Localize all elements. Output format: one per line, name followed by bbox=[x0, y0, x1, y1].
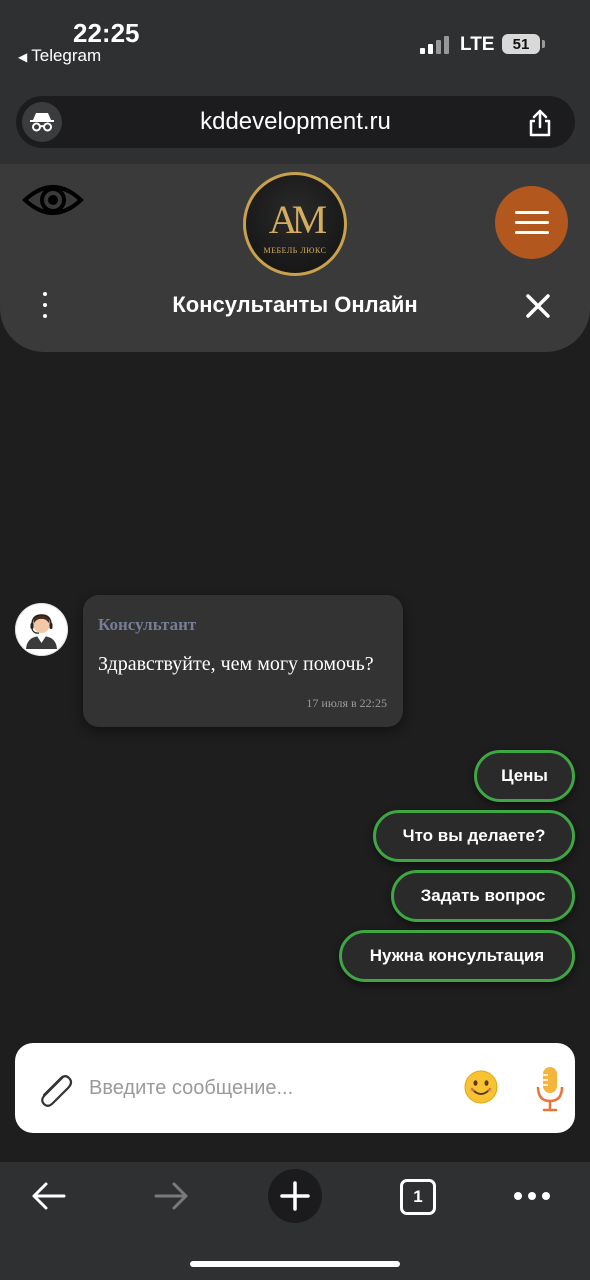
browser-address-bar: kddevelopment.ru bbox=[0, 82, 590, 164]
hamburger-icon[interactable] bbox=[495, 186, 568, 259]
back-triangle-icon: ◀ bbox=[18, 50, 28, 64]
message-bubble: Консультант Здравствуйте, чем могу помоч… bbox=[83, 595, 403, 727]
message-input[interactable] bbox=[89, 1069, 449, 1107]
logo-subtitle: МЕБЕЛЬ ЛЮКС bbox=[263, 245, 327, 255]
status-time: 22:25 bbox=[73, 18, 140, 48]
site-header: AM МЕБЕЛЬ ЛЮКС Консультанты Онлайн bbox=[0, 164, 590, 352]
logo-mark: AM bbox=[268, 196, 328, 242]
consultant-avatar bbox=[15, 603, 68, 656]
back-app-label: Telegram bbox=[31, 46, 102, 65]
arrow-right-icon[interactable] bbox=[152, 1178, 192, 1214]
share-icon[interactable] bbox=[525, 108, 555, 138]
brand-logo[interactable]: AM МЕБЕЛЬ ЛЮКС bbox=[243, 172, 347, 276]
eye-icon[interactable] bbox=[22, 180, 84, 220]
message-text: Здравствуйте, чем могу помочь? bbox=[98, 653, 374, 675]
battery-tip bbox=[542, 40, 545, 48]
home-indicator bbox=[190, 1261, 400, 1267]
browser-toolbar: 1 bbox=[0, 1162, 590, 1280]
tab-count-button[interactable]: 1 bbox=[400, 1179, 436, 1215]
more-dots-icon[interactable] bbox=[512, 1192, 552, 1200]
battery-indicator: 51 bbox=[502, 34, 540, 54]
back-to-app-link[interactable]: ◀ Telegram bbox=[18, 46, 101, 66]
network-type: LTE bbox=[460, 34, 495, 55]
arrow-left-icon[interactable] bbox=[28, 1178, 68, 1214]
message-composer bbox=[15, 1043, 575, 1133]
url-field[interactable]: kddevelopment.ru bbox=[16, 96, 575, 148]
chat-title: Консультанты Онлайн bbox=[172, 292, 418, 317]
quick-reply-prices[interactable]: Цены bbox=[474, 750, 575, 802]
emoji-icon[interactable] bbox=[463, 1069, 499, 1105]
quick-reply-ask-question[interactable]: Задать вопрос bbox=[391, 870, 575, 922]
status-bar: 22:25 ◀ Telegram LTE 51 bbox=[0, 0, 590, 82]
url-text: kddevelopment.ru bbox=[200, 108, 391, 135]
microphone-icon[interactable] bbox=[535, 1065, 565, 1113]
quick-reply-what-you-do[interactable]: Что вы делаете? bbox=[373, 810, 575, 862]
cellular-signal-icon bbox=[420, 34, 450, 54]
quick-reply-consultation[interactable]: Нужна консультация bbox=[339, 930, 575, 982]
plus-icon[interactable] bbox=[268, 1169, 322, 1223]
message-sender: Консультант bbox=[98, 615, 197, 634]
message-time: 17 июля в 22:25 bbox=[306, 696, 387, 710]
paperclip-icon[interactable] bbox=[33, 1067, 77, 1111]
close-icon[interactable] bbox=[524, 292, 552, 320]
